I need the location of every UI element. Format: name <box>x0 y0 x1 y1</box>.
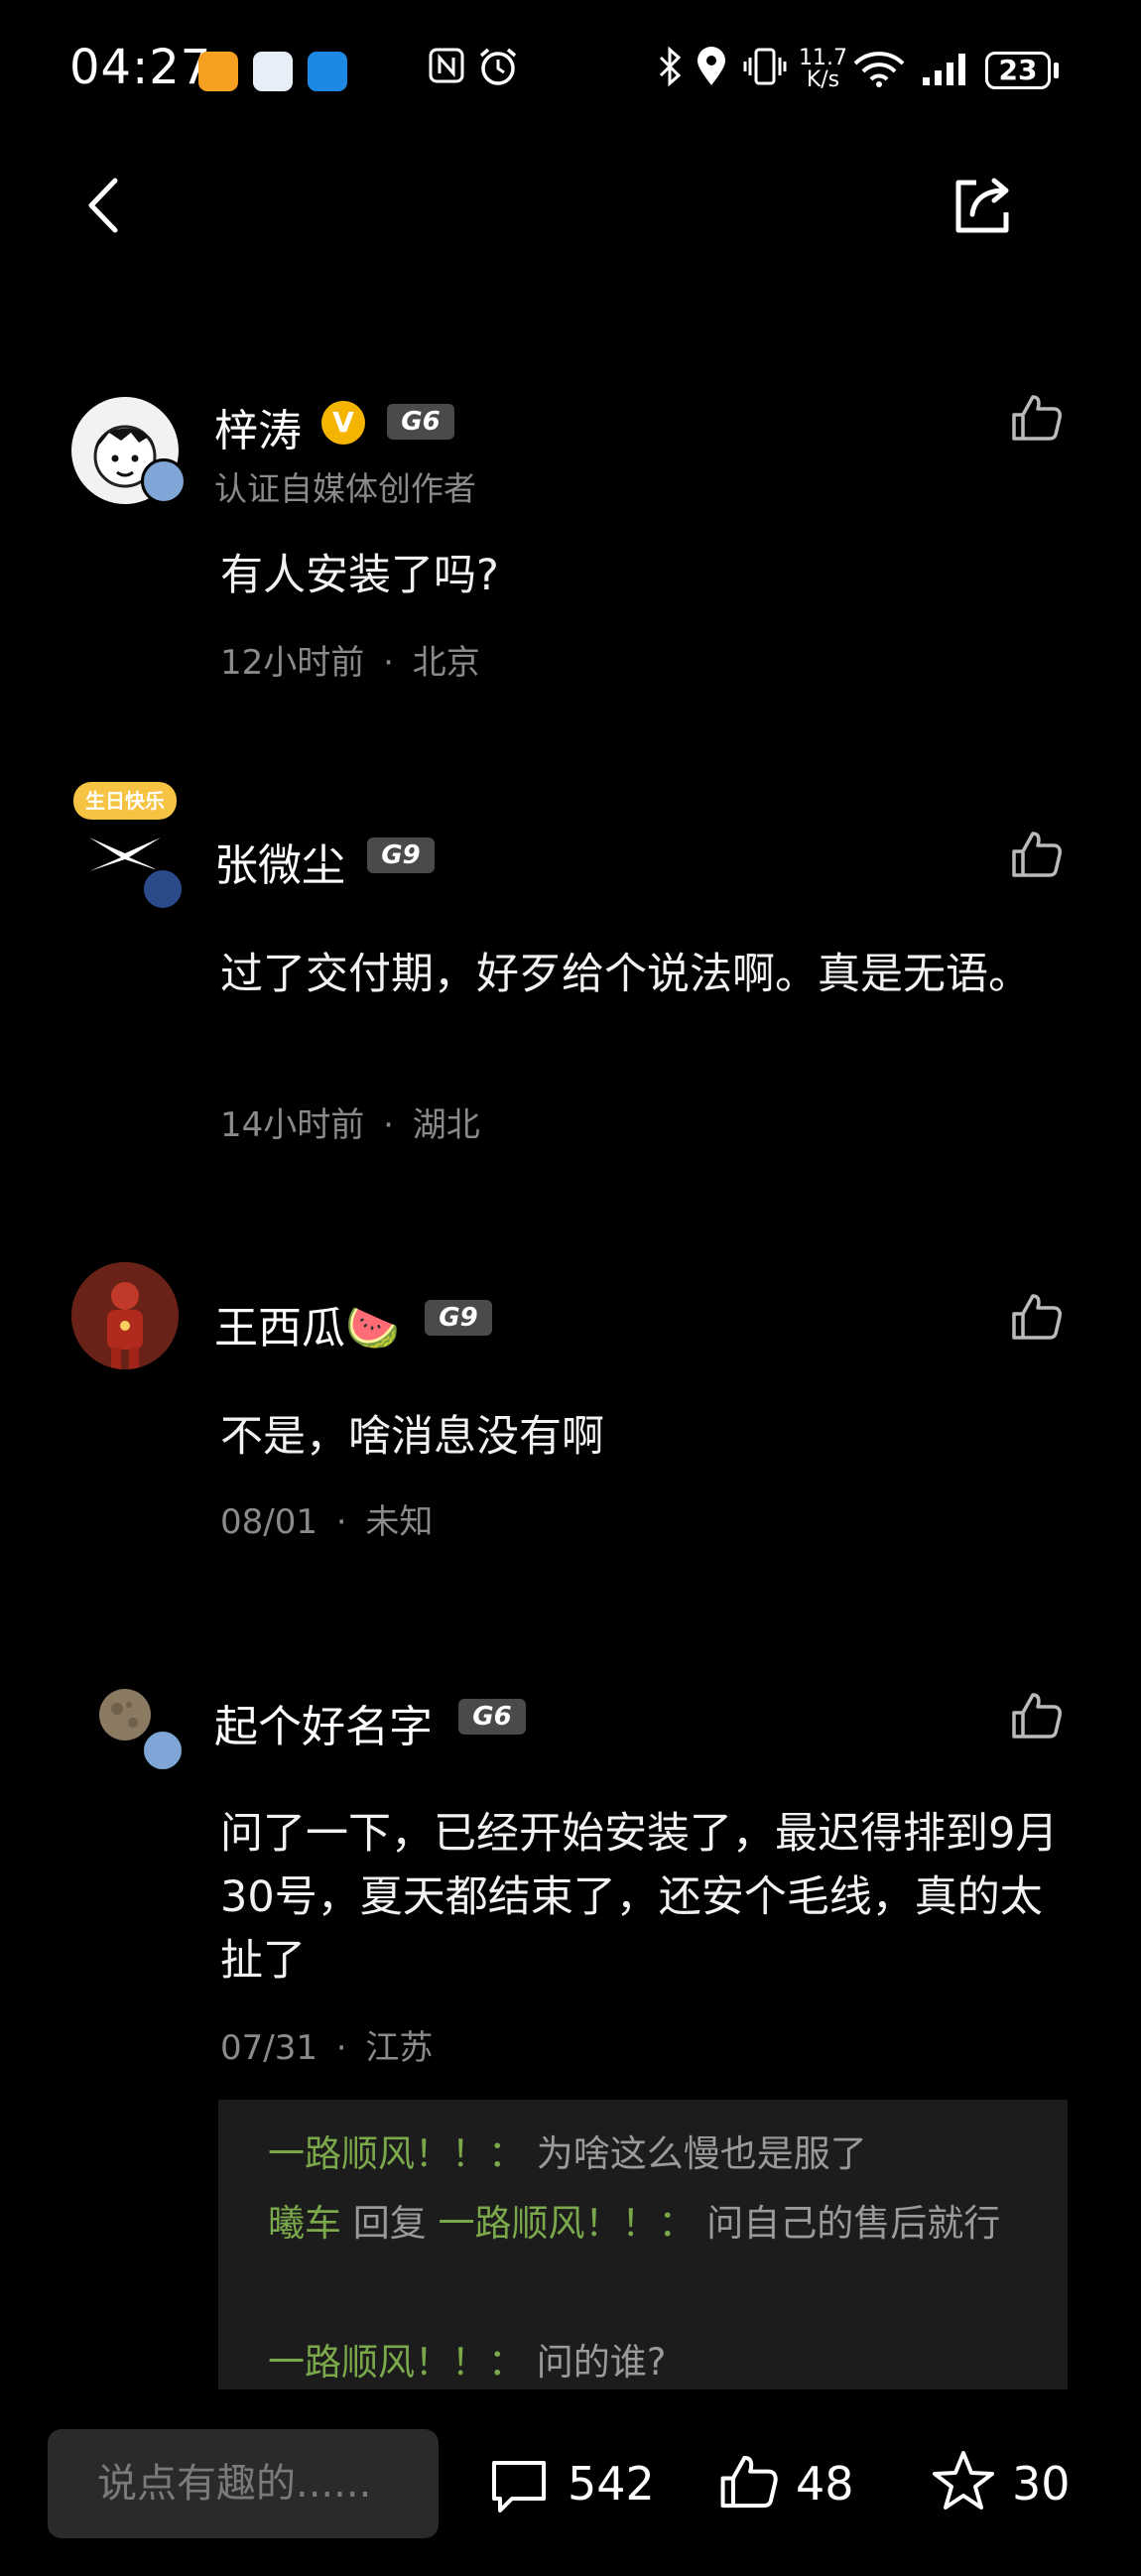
avatar[interactable] <box>71 1262 179 1369</box>
like-icon[interactable] <box>1010 1689 1064 1742</box>
comment-location: 北京 <box>412 643 480 683</box>
comment-meta: 07/31 · 江苏 <box>220 2020 433 2069</box>
comment-location: 湖北 <box>412 1105 480 1145</box>
comment-location: 江苏 <box>365 2028 434 2068</box>
alarm-icon <box>476 46 520 97</box>
location-icon <box>695 46 728 97</box>
battery-cap <box>1054 63 1059 78</box>
reply-author[interactable]: 一路顺风！！： <box>268 2341 525 2383</box>
reply-author[interactable]: 一路顺风！！： <box>268 2132 525 2175</box>
like-icon[interactable] <box>1010 828 1064 881</box>
meta-separator: · <box>335 1502 347 1542</box>
reply-author[interactable]: 曦车 <box>268 2202 341 2245</box>
comment-text: 问了一下，已经开始安装了，最迟得排到9月30号，夏天都结束了，还安个毛线，真的太… <box>220 1809 1059 1986</box>
reply-text: 问自己的售后就行 <box>706 2202 1001 2245</box>
username[interactable]: 王西瓜🍉 <box>214 1292 400 1355</box>
level-badge: G6 <box>387 404 454 440</box>
star-icon <box>933 2451 994 2510</box>
comment-bubble-icon <box>492 2461 546 2512</box>
meta-separator: · <box>383 643 394 683</box>
birthday-badge: 生日快乐 <box>73 782 177 820</box>
status-time: 04:27 <box>69 40 212 95</box>
wifi-icon <box>851 48 907 97</box>
user-badge-icon <box>141 458 187 504</box>
like-count: 48 <box>796 2457 854 2511</box>
comment-text: 过了交付期，好歹给个说法啊。真是无语。 <box>220 950 1031 999</box>
like-icon[interactable] <box>1010 1290 1064 1344</box>
user-subtitle: 认证自媒体创作者 <box>214 469 476 508</box>
share-icon <box>955 178 1009 233</box>
favorite-button[interactable] <box>931 2449 996 2516</box>
favorite-count: 30 <box>1012 2457 1071 2511</box>
like-icon[interactable] <box>1010 391 1064 445</box>
user-badge-icon <box>141 1729 185 1772</box>
comment-text: 不是，啥消息没有啊 <box>220 1412 604 1462</box>
reply-item[interactable]: 一路顺风！！： 为啥这么慢也是服了 <box>268 2120 867 2189</box>
like-count-button[interactable] <box>718 2451 780 2516</box>
reply-verb: 回复 <box>352 2202 427 2245</box>
comment-time: 12小时前 <box>220 643 365 683</box>
verified-v-icon: V <box>321 401 365 445</box>
level-badge: G9 <box>425 1300 492 1336</box>
comment-meta: 12小时前 · 北京 <box>220 635 480 684</box>
share-button[interactable] <box>951 175 1016 240</box>
like-icon <box>720 2455 778 2509</box>
level-badge: G9 <box>367 837 435 873</box>
comment-meta: 14小时前 · 湖北 <box>220 1097 480 1146</box>
comment-count: 542 <box>568 2457 655 2511</box>
username[interactable]: 张微尘 <box>214 830 345 893</box>
comment-count-button[interactable] <box>488 2457 550 2518</box>
comment-text: 有人安装了吗? <box>220 551 499 600</box>
comment-meta: 08/01 · 未知 <box>220 1494 433 1543</box>
vibrate-icon <box>742 46 788 97</box>
network-speed: 11.7 K/s <box>799 46 847 92</box>
username[interactable]: 梓涛 <box>214 395 302 458</box>
reply-text: 为啥这么慢也是服了 <box>536 2132 867 2175</box>
reply-target[interactable]: 一路顺风！！： <box>439 2202 696 2245</box>
reply-thread[interactable]: 一路顺风！！： 为啥这么慢也是服了 曦车 回复 一路顺风！！： 问自己的售后就行… <box>218 2100 1068 2397</box>
ironman-figure-avatar <box>71 1262 179 1369</box>
comment-location: 未知 <box>365 1502 434 1542</box>
comment-input[interactable]: 说点有趣的...... <box>48 2429 439 2538</box>
meta-separator: · <box>335 2028 347 2068</box>
reply-item[interactable]: 一路顺风！！： 问的谁? <box>268 2328 666 2397</box>
reply-text: 问的谁? <box>536 2341 667 2383</box>
comment-time: 07/31 <box>220 2028 317 2068</box>
signal-icon <box>921 50 972 97</box>
user-badge-icon <box>141 867 185 911</box>
chevron-left-icon <box>88 178 118 233</box>
app-notification-icon <box>308 52 347 91</box>
meta-separator: · <box>383 1105 394 1145</box>
comment-time: 08/01 <box>220 1502 317 1542</box>
battery-level: 23 <box>985 52 1051 89</box>
reply-item[interactable]: 曦车 回复 一路顺风！！： 问自己的售后就行 <box>268 2189 1032 2258</box>
app-notification-icon <box>198 52 238 91</box>
nfc-icon <box>427 46 466 95</box>
comment-time: 14小时前 <box>220 1105 365 1145</box>
username[interactable]: 起个好名字 <box>214 1691 433 1754</box>
app-notification-icon <box>253 52 293 91</box>
back-button[interactable] <box>83 175 123 240</box>
bluetooth-icon <box>655 46 685 97</box>
level-badge: G6 <box>458 1699 526 1735</box>
